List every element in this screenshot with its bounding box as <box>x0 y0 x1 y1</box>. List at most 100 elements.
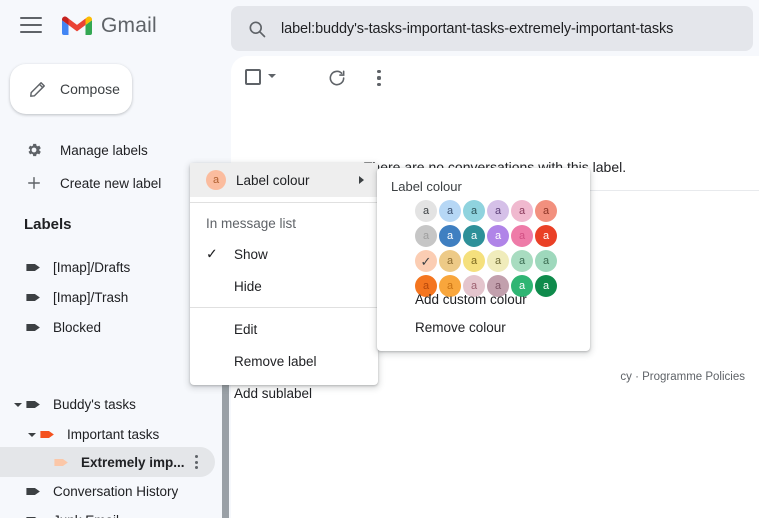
colour-picker-title: Label colour <box>391 179 462 194</box>
hamburger-icon[interactable] <box>20 17 44 39</box>
dot <box>377 82 381 86</box>
label-tag-icon <box>24 395 42 413</box>
hamburger-bar <box>20 31 42 33</box>
sidebar-label-buddys-tasks[interactable]: Buddy's tasks <box>0 389 215 419</box>
colour-swatch-grid: a a a a a a a a a a a a ✓ a a a a a a a a a a a <box>415 200 557 297</box>
colour-swatch[interactable]: a <box>511 225 533 247</box>
gmail-logo[interactable]: Gmail <box>62 14 157 38</box>
colour-swatch[interactable]: a <box>535 200 557 222</box>
menu-item-hide[interactable]: Hide <box>190 270 378 302</box>
label-tag-icon <box>52 453 70 471</box>
label-tag-icon <box>24 511 42 518</box>
label-context-menu: a Label colour In message list ✓ Show Hi… <box>190 163 378 401</box>
colour-swatch[interactable]: a <box>463 225 485 247</box>
sidebar-label-text: Buddy's tasks <box>53 396 136 412</box>
gmail-wordmark: Gmail <box>101 14 157 37</box>
colour-swatch[interactable]: a <box>487 200 509 222</box>
sidebar-label-extremely-important-tasks[interactable]: Extremely imp... <box>0 447 215 477</box>
label-tag-icon <box>24 482 42 500</box>
remove-colour-button[interactable]: Remove colour <box>415 320 506 335</box>
colour-swatch[interactable]: a <box>535 275 557 297</box>
menu-item-label: Hide <box>234 278 262 294</box>
sidebar-label-blocked[interactable]: Blocked <box>0 312 215 342</box>
label-tag-icon <box>24 258 42 276</box>
gmail-logo-icon <box>62 16 92 35</box>
colour-swatch[interactable]: a <box>511 250 533 272</box>
sidebar-label-text: Junk Email <box>53 513 119 518</box>
plus-icon <box>24 173 44 193</box>
sidebar-item-label: Create new label <box>60 175 162 191</box>
menu-item-edit[interactable]: Edit <box>190 313 378 345</box>
sidebar-item-manage-labels[interactable]: Manage labels <box>0 135 215 165</box>
check-icon: ✓ <box>206 245 218 262</box>
sidebar-label-text: Important tasks <box>67 426 160 442</box>
menu-item-label: Remove label <box>234 353 317 369</box>
menu-item-label: Label colour <box>236 172 310 188</box>
compose-label: Compose <box>60 81 120 97</box>
sidebar-label-text: [Imap]/Drafts <box>53 259 131 275</box>
dot <box>377 70 381 74</box>
colour-swatch[interactable]: a <box>535 250 557 272</box>
colour-swatch[interactable]: ✓ <box>415 250 437 272</box>
menu-item-label-colour[interactable]: a Label colour <box>190 163 378 197</box>
dot <box>194 455 198 458</box>
list-toolbar <box>231 56 759 104</box>
sidebar-label-junk-email[interactable]: Junk Email <box>0 505 215 518</box>
colour-swatch[interactable]: a <box>463 200 485 222</box>
label-tag-icon <box>24 288 42 306</box>
compose-button[interactable]: Compose <box>10 64 132 114</box>
more-vert-icon[interactable] <box>185 451 207 473</box>
sidebar-label-important-tasks[interactable]: Important tasks <box>0 419 215 449</box>
menu-item-remove-label[interactable]: Remove label <box>190 345 378 377</box>
colour-swatch[interactable]: a <box>439 225 461 247</box>
label-tag-icon <box>38 425 56 443</box>
gear-icon <box>24 140 44 160</box>
checkbox-icon[interactable] <box>245 69 261 85</box>
dot <box>194 466 198 469</box>
colour-swatch[interactable]: a <box>415 225 437 247</box>
chevron-right-icon <box>359 176 364 184</box>
search-bar[interactable] <box>231 6 753 51</box>
hamburger-bar <box>20 17 42 19</box>
check-icon: ✓ <box>420 253 432 269</box>
pencil-icon <box>28 80 47 99</box>
menu-divider <box>190 202 378 203</box>
colour-swatch[interactable]: a <box>535 225 557 247</box>
search-input[interactable] <box>281 20 751 37</box>
refresh-icon[interactable] <box>327 68 347 93</box>
search-icon <box>247 19 267 39</box>
sidebar-label-conversation-history[interactable]: Conversation History <box>0 476 215 506</box>
colour-swatch[interactable]: a <box>487 250 509 272</box>
hamburger-bar <box>20 24 42 26</box>
footer-links[interactable]: cy · Programme Policies <box>620 371 745 383</box>
labels-section-title: Labels <box>24 216 72 233</box>
menu-item-show[interactable]: ✓ Show <box>190 238 378 270</box>
app-header: Gmail <box>0 0 759 56</box>
label-tag-icon <box>24 318 42 336</box>
gmail-window: Gmail Compose <box>0 0 759 518</box>
sidebar-item-create-new-label[interactable]: Create new label <box>0 168 215 198</box>
sidebar-label-imap-drafts[interactable]: [Imap]/Drafts <box>0 252 215 282</box>
dot <box>377 76 381 80</box>
colour-swatch[interactable]: a <box>439 250 461 272</box>
select-all-control[interactable] <box>245 68 277 86</box>
colour-swatch[interactable]: a <box>511 200 533 222</box>
colour-swatch[interactable]: a <box>463 250 485 272</box>
sidebar-label-text: Blocked <box>53 319 102 335</box>
sidebar-label-imap-trash[interactable]: [Imap]/Trash <box>0 282 215 312</box>
more-vert-icon[interactable] <box>369 67 389 89</box>
colour-swatch[interactable]: a <box>487 225 509 247</box>
sidebar-item-label: Manage labels <box>60 142 148 158</box>
dot <box>194 460 198 464</box>
menu-divider <box>190 307 378 308</box>
label-colour-picker: Label colour a a a a a a a a a a a a ✓ a a a a a a a a a a a Ad… <box>377 168 590 351</box>
menu-item-label: Edit <box>234 321 258 337</box>
menu-item-label: Add sublabel <box>234 385 313 401</box>
menu-item-add-sublabel[interactable]: Add sublabel <box>190 377 378 409</box>
colour-swatch[interactable]: a <box>439 200 461 222</box>
label-colour-badge: a <box>206 170 226 190</box>
menu-section-in-message-list: In message list <box>206 215 297 231</box>
colour-swatch[interactable]: a <box>415 200 437 222</box>
chevron-down-icon[interactable] <box>267 68 277 86</box>
add-custom-colour-button[interactable]: Add custom colour <box>415 292 527 307</box>
